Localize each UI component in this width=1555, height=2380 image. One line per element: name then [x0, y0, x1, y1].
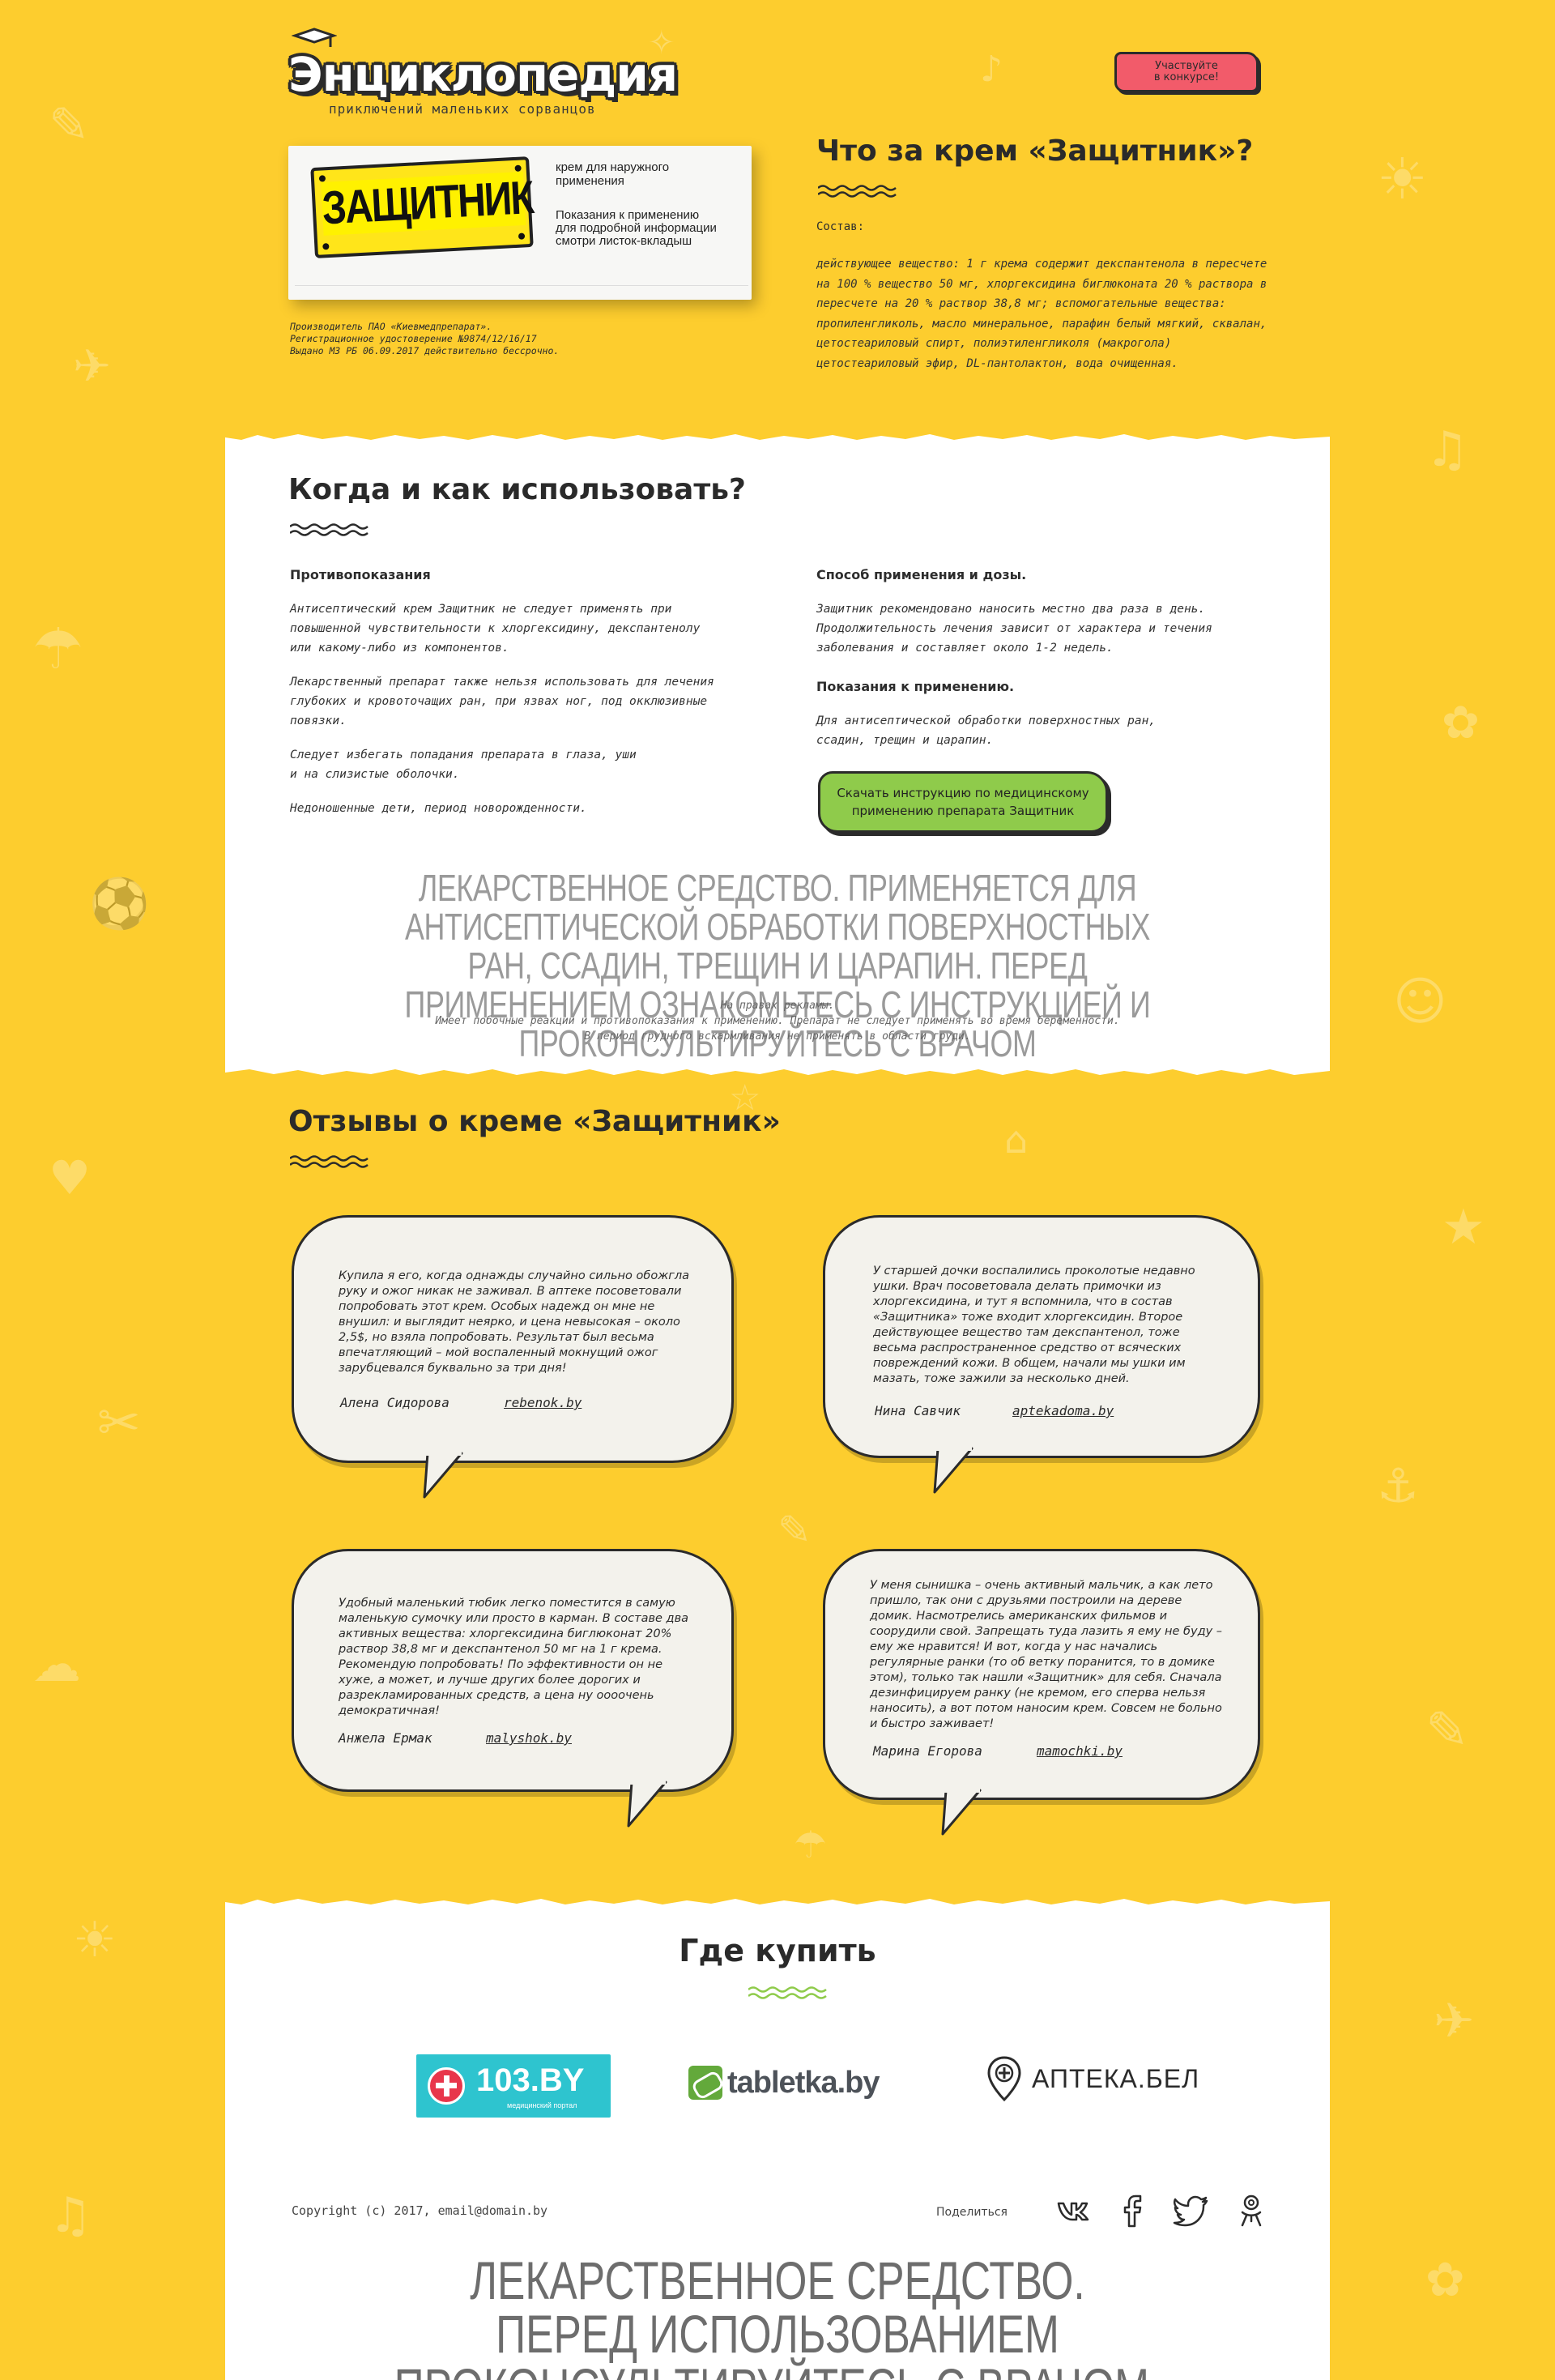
shop-103by-logo[interactable]: 103.BY медицинский портал	[416, 2054, 611, 2118]
review-text: У старшей дочки воспалились проколотые н…	[873, 1265, 1195, 1385]
medical-cross-icon	[428, 2067, 465, 2105]
footer-disclaimer-line2: ПЕРЕД ИСПОЛЬЗОВАНИЕМ ПРОКОНСУЛЬТИРУЙТЕСЬ…	[394, 2304, 1161, 2380]
dosage-text: Защитник рекомендовано наносить местно д…	[816, 603, 1212, 655]
box-indications: Показания к применению для подробной инф…	[556, 209, 734, 248]
box-top-text: крем для наружного применения	[556, 160, 670, 188]
map-pin-cross-icon	[987, 2056, 1021, 2102]
contest-button-label: Участвуйте в конкурсе!	[1153, 60, 1220, 83]
squiggle-divider	[748, 1986, 827, 1999]
indications-title: Показания к применению.	[816, 679, 1015, 694]
logo-subtitle: приключений маленьких сорванцов	[329, 101, 596, 117]
shop-subtitle: медицинский портал	[507, 2101, 577, 2109]
box-divider	[295, 285, 748, 296]
shop-tabletka-logo[interactable]: tabletka.by	[688, 2062, 880, 2103]
review-text: Удобный маленький тюбик легко поместится…	[339, 1597, 689, 1717]
facebook-icon[interactable]	[1114, 2192, 1152, 2229]
product-brand: ЗАЩИТНИК	[321, 171, 535, 236]
download-instructions-button[interactable]: Скачать инструкцию по медицинскому приме…	[818, 771, 1108, 833]
manufacturer-info: Производитель ПАО «Киевмедпрепарат». Рег…	[290, 321, 560, 356]
squiggle-divider	[818, 185, 897, 198]
footer-disclaimer-line1: ЛЕКАРСТВЕННОЕ СРЕДСТВО.	[470, 2250, 1085, 2310]
graduation-cap-icon	[291, 28, 338, 49]
torn-edge-bottom	[225, 1066, 1330, 1075]
site-logo[interactable]: Энциклопедия	[288, 47, 678, 102]
review-source-link[interactable]: mamochki.by	[1037, 1743, 1123, 1759]
bubble-tail	[423, 1452, 463, 1499]
review-author: Алена Сидорова	[340, 1395, 449, 1410]
share-label: Поделиться	[936, 2206, 1008, 2219]
box-indications-title: Показания к применению	[556, 208, 700, 222]
plate-bolt	[318, 175, 326, 182]
contraindications-text-3: Следует избегать попадания препарата в г…	[290, 749, 637, 781]
usage-title: Когда и как использовать?	[288, 473, 746, 506]
pill-icon	[688, 2066, 722, 2100]
box-indications-text: для подробной информации смотри листок-в…	[556, 221, 717, 248]
contraindications-text-4: Недоношенные дети, период новорожденност…	[290, 802, 587, 815]
plate-bolt	[322, 243, 330, 250]
shop-name: 103.BY	[476, 2062, 585, 2098]
contraindications-text-2: Лекарственный препарат также нельзя испо…	[290, 676, 714, 727]
squiggle-divider	[290, 523, 369, 536]
review-source-link[interactable]: rebenok.by	[504, 1395, 582, 1410]
odnoklassniki-icon[interactable]	[1233, 2192, 1270, 2229]
shop-name: АПТЕКА.БЕЛ	[1032, 2063, 1200, 2093]
torn-edge-top	[225, 434, 1330, 444]
review-source-link[interactable]: malyshok.by	[486, 1730, 572, 1746]
contraindications-text-1: Антисептический крем Защитник не следует…	[290, 603, 701, 655]
vk-icon[interactable]	[1054, 2192, 1092, 2229]
review-source-link[interactable]: aptekadoma.by	[1012, 1403, 1114, 1418]
twitter-icon[interactable]	[1173, 2192, 1210, 2229]
review-text: Купила я его, когда однажды случайно сил…	[339, 1269, 690, 1375]
squiggle-divider	[290, 1155, 369, 1168]
composition-title: Что за крем «Защитник»?	[816, 134, 1254, 168]
buy-title: Где купить	[679, 1933, 876, 1968]
review-author: Анжела Ермак	[339, 1730, 432, 1746]
torn-edge-top	[225, 1899, 1330, 1909]
plate-bolt	[518, 232, 526, 240]
bubble-tail	[627, 1781, 667, 1828]
composition-text: действующее вещество: 1 г крема содержит…	[816, 258, 1267, 370]
contest-button[interactable]: Участвуйте в конкурсе!	[1114, 52, 1259, 92]
indications-text: Для антисептической обработки поверхност…	[816, 714, 1157, 747]
shop-name: tabletka.by	[727, 2065, 880, 2100]
footer-disclaimer: ЛЕКАРСТВЕННОЕ СРЕДСТВО. ПЕРЕД ИСПОЛЬЗОВА…	[285, 2254, 1271, 2380]
contraindications-title: Противопоказания	[290, 567, 431, 582]
bubble-tail	[933, 1447, 973, 1494]
shop-apteka-logo[interactable]: АПТЕКА.БЕЛ	[986, 2054, 1199, 2103]
review-author: Нина Савчик	[875, 1403, 961, 1418]
composition-label: Состав:	[816, 220, 865, 233]
copyright: Copyright (c) 2017, email@domain.by	[292, 2203, 548, 2218]
product-brand-plate: ЗАЩИТНИК	[310, 156, 535, 258]
plate-bolt	[514, 164, 522, 172]
reviews-title: Отзывы о креме «Защитник»	[288, 1105, 781, 1138]
dosage-title: Способ применения и дозы.	[816, 567, 1027, 582]
review-text: У меня сынишка – очень активный мальчик,…	[870, 1579, 1223, 1730]
ad-note: На правах рекламы. Имеет побочные реакци…	[435, 1000, 1120, 1043]
bubble-tail	[941, 1789, 982, 1836]
review-author: Марина Егорова	[873, 1743, 982, 1759]
